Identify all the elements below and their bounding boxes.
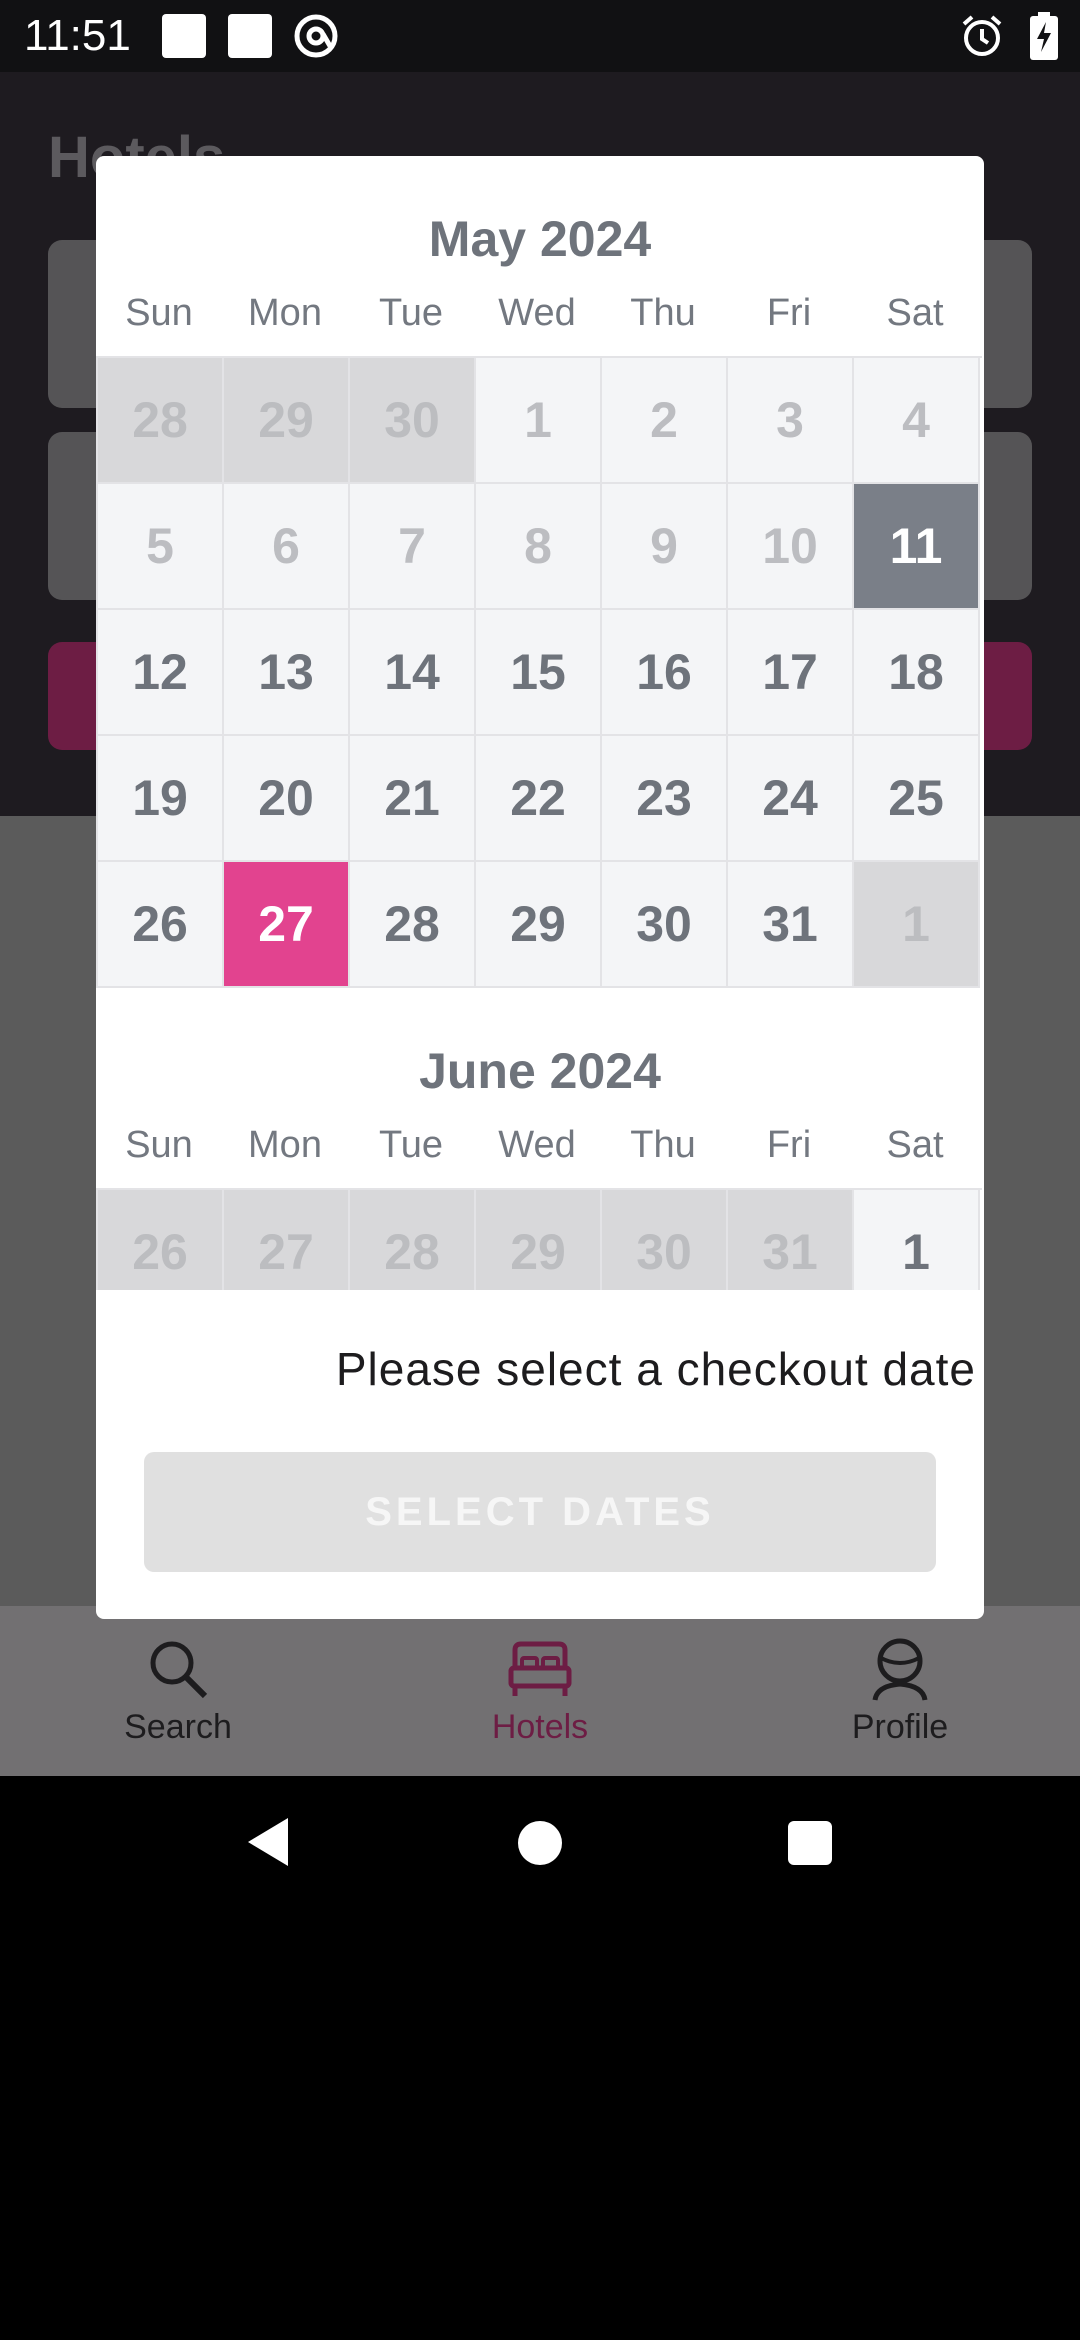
nav-label: Profile [851,1708,949,1746]
square-notification-icon [162,14,206,58]
day-cell: 28 [350,1190,476,1290]
day-cell: 3 [728,358,854,484]
weekday-label: Mon [248,1124,322,1166]
day-cell: 8 [476,484,602,610]
system-nav-bar [0,1776,1080,1916]
back-icon[interactable] [244,1816,292,1868]
day-cell[interactable]: 14 [350,610,476,736]
day-cell[interactable]: 21 [350,736,476,862]
day-cell: 7 [350,484,476,610]
weekday-label: Sun [125,1124,193,1166]
weekday-label: Tue [378,292,444,334]
day-cell: 30 [602,1190,728,1290]
weekday-label: Wed [498,1124,576,1166]
nav-item-profile[interactable]: Profile [790,1634,1010,1774]
day-cell-today[interactable]: 27 [224,862,350,988]
battery-charging-icon [1030,12,1058,60]
month-grid: 28 29 30 1 2 3 4 5 6 7 8 9 10 11 12 13 14 15 16 17 18 19 20 21 2… [96,356,982,988]
day-cell-checkin[interactable]: 11 [854,484,980,610]
nav-item-hotels[interactable]: Hotels [430,1634,650,1774]
alarm-icon [962,15,1002,56]
checkout-hint: Please select a checkout date [335,1343,976,1395]
day-cell[interactable]: 19 [98,736,224,862]
day-cell[interactable]: 24 [728,736,854,862]
day-cell[interactable]: 29 [476,862,602,988]
search-icon [150,1641,208,1699]
weekday-header-row: Sun Mon Tue Wed Thu Fri Sat [96,292,984,352]
screen: 11:51 Hotels [0,0,1080,2340]
day-cell: 9 [602,484,728,610]
month-grid: 26 27 28 29 30 31 1 [96,1188,982,1290]
day-cell: 4 [854,358,980,484]
weekday-header-row: Sun Mon Tue Wed Thu Fri Sat [96,1124,984,1184]
square-notification-icon [228,14,272,58]
select-dates-button[interactable]: SELECT DATES [144,1452,936,1572]
weekday-label: Thu [630,292,696,334]
day-cell: 29 [224,358,350,484]
weekday-label: Sat [886,1124,944,1166]
day-cell[interactable]: 30 [602,862,728,988]
profile-icon [872,1638,928,1701]
nav-label: Hotels [491,1708,589,1746]
month-title: June 2024 [419,1043,661,1099]
nav-item-search[interactable]: Search [68,1634,288,1774]
weekday-label: Wed [498,292,576,334]
status-bar: 11:51 [0,0,1080,72]
day-cell[interactable]: 15 [476,610,602,736]
weekday-label: Fri [766,292,812,334]
recents-icon[interactable] [788,1821,832,1865]
day-cell: 30 [350,358,476,484]
home-icon[interactable] [518,1821,562,1865]
weekday-label: Thu [630,1124,696,1166]
bottom-nav: Search Hotels Profile [0,1606,1080,1776]
at-sign-icon [294,14,338,58]
day-cell[interactable]: 13 [224,610,350,736]
day-cell[interactable]: 28 [350,862,476,988]
weekday-label: Fri [766,1124,812,1166]
weekday-label: Sun [125,292,193,334]
day-cell: 26 [98,1190,224,1290]
day-cell[interactable]: 17 [728,610,854,736]
day-cell: 1 [854,862,980,988]
day-cell: 1 [476,358,602,484]
calendar-scroll-area[interactable]: May 2024 Sun Mon Tue Wed Thu Fri Sat 28 29 30 1 2 3 4 5… [96,156,984,1290]
day-cell[interactable]: 12 [98,610,224,736]
status-time: 11:51 [24,11,131,60]
weekday-label: Tue [378,1124,444,1166]
date-picker-dialog: May 2024 Sun Mon Tue Wed Thu Fri Sat 28 29 30 1 2 3 4 5… [96,156,984,1619]
day-cell[interactable]: 22 [476,736,602,862]
day-cell: 2 [602,358,728,484]
weekday-label: Sat [886,292,944,334]
day-cell[interactable]: 20 [224,736,350,862]
weekday-label: Mon [248,292,322,334]
day-cell[interactable]: 31 [728,862,854,988]
day-cell: 27 [224,1190,350,1290]
day-cell[interactable]: 26 [98,862,224,988]
day-cell: 6 [224,484,350,610]
day-cell[interactable]: 16 [602,610,728,736]
day-cell: 10 [728,484,854,610]
day-cell: 5 [98,484,224,610]
nav-label: Search [124,1708,232,1746]
day-cell[interactable]: 23 [602,736,728,862]
day-cell: 31 [728,1190,854,1290]
day-cell: 28 [98,358,224,484]
day-cell: 29 [476,1190,602,1290]
month-title: May 2024 [428,211,652,267]
day-cell[interactable]: 18 [854,610,980,736]
bed-icon [508,1641,572,1696]
day-cell[interactable]: 1 [854,1190,980,1290]
day-cell[interactable]: 25 [854,736,980,862]
